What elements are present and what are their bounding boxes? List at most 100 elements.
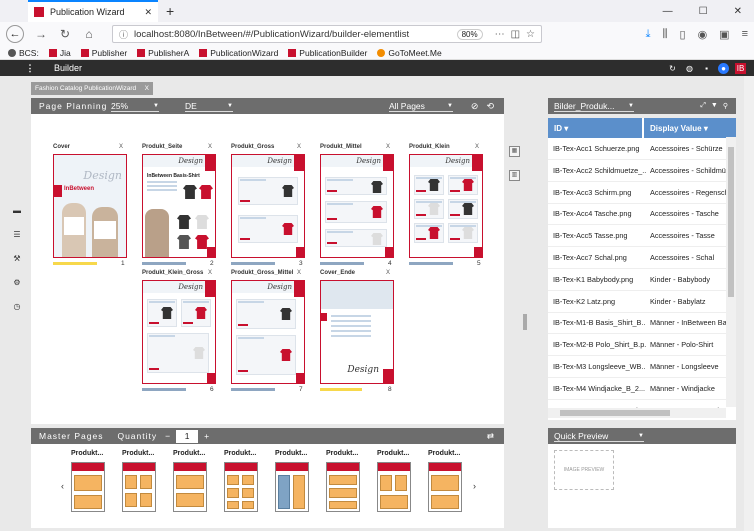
master-page-thumbnail[interactable] — [122, 462, 156, 512]
table-row[interactable]: IB-Tex-M3 Longsleeve_WB.... Männer - Long… — [548, 356, 726, 378]
page-remove-button[interactable]: X — [475, 144, 479, 150]
page-card[interactable]: Produkt_Klein X Design 5 — [409, 144, 483, 270]
table-row[interactable]: IB-Tex-Acc4 Tasche.png Accessoires - Tasc… — [548, 203, 726, 226]
close-tab-icon[interactable]: ✕ — [144, 7, 152, 18]
page-remove-button[interactable]: X — [297, 144, 301, 150]
scrollbar-thumb[interactable] — [560, 410, 670, 416]
table-row[interactable]: IB-Tex-Acc2 Schildmuetze_... Accessoires … — [548, 160, 726, 182]
table-row[interactable]: IB-Tex-M1-B Basis_Shirt_B... Männer - InB… — [548, 312, 726, 335]
page-card[interactable]: Produkt_Klein_Gross X Design 6 — [142, 270, 216, 396]
gear-icon[interactable]: ⚙ — [12, 278, 22, 288]
bookmark-jia[interactable]: Jia — [48, 48, 71, 58]
close-window-icon[interactable]: ✕ — [734, 6, 742, 17]
page-card[interactable]: Produkt_Seite X Design InBetween Basis-Sh… — [142, 144, 216, 270]
bookmark-bcs[interactable]: BCS: — [8, 48, 39, 58]
address-bar[interactable]: ⓘ localhost:8080/InBetween/#/Publication… — [112, 25, 542, 43]
filter-icon[interactable]: ▼ — [711, 102, 718, 110]
refresh-icon[interactable]: ↻ — [667, 63, 678, 74]
master-page-thumbnail[interactable] — [326, 462, 360, 512]
master-page-thumbnail[interactable] — [173, 462, 207, 512]
master-page-thumbnail[interactable] — [377, 462, 411, 512]
inbetween-logo-icon[interactable]: IB — [735, 62, 746, 74]
page-remove-button[interactable]: X — [208, 270, 212, 276]
wrench-icon[interactable]: ⚒ — [12, 254, 22, 264]
save-icon[interactable]: ▪ — [701, 63, 712, 74]
folder-icon[interactable]: ▬ — [12, 206, 22, 216]
elements-vertical-scrollbar[interactable] — [726, 137, 736, 407]
bookmark-star-icon[interactable]: ☆ — [526, 29, 535, 40]
page-thumbnail[interactable]: Design — [320, 280, 394, 384]
page-filter-select[interactable]: All Pages ▼ — [389, 100, 453, 112]
home-icon[interactable]: ⌂ — [82, 27, 96, 41]
page-thumbnail[interactable]: Design — [320, 154, 394, 258]
table-row[interactable]: IB-Tex-Acc1 Schuerze.png Accessoires - Sc… — [548, 138, 726, 160]
page-thumbnail[interactable]: Design InBetween — [53, 154, 127, 258]
url-text[interactable]: localhost:8080/InBetween/#/PublicationWi… — [134, 29, 451, 40]
master-page-thumbnail[interactable] — [224, 462, 258, 512]
zoom-badge[interactable]: 80% — [456, 28, 483, 40]
panel-resize-handle[interactable] — [523, 314, 527, 330]
search-icon[interactable]: ⚲ — [723, 102, 728, 110]
library-icon[interactable]: ⫼ — [662, 28, 667, 41]
element-source-select[interactable]: Bilder_Produk... ▼ — [554, 100, 634, 112]
master-page-thumbnail[interactable] — [71, 462, 105, 512]
page-remove-button[interactable]: X — [297, 270, 301, 276]
page-card[interactable]: Produkt_Gross_Mittel X Design 7 — [231, 270, 305, 396]
hamburger-menu-icon[interactable]: ≡ — [742, 28, 748, 41]
expand-icon[interactable]: ⤢ — [700, 102, 706, 110]
sidebar-icon[interactable]: ▯ — [680, 28, 686, 41]
page-card[interactable]: Produkt_Mittel X Design 4 — [320, 144, 394, 270]
quantity-increment[interactable]: + — [204, 431, 209, 441]
swap-icon[interactable]: ⇄ — [487, 431, 494, 442]
forward-arrow-icon[interactable]: → — [34, 27, 48, 41]
globe-language-icon[interactable]: ◍ — [684, 63, 695, 74]
page-thumbnail[interactable]: Design — [142, 280, 216, 384]
extension-icon[interactable]: ▣ — [719, 28, 729, 41]
page-card[interactable]: Cover X Design InBetween 1 — [53, 144, 127, 270]
document-tab-close[interactable]: X — [145, 85, 149, 92]
table-row[interactable]: IB-Tex-Acc7 Schal.png Accessoires - Schal — [548, 247, 726, 269]
bookmark-publishera[interactable]: PublisherA — [137, 48, 189, 58]
page-remove-button[interactable]: X — [119, 144, 123, 150]
column-display-value[interactable]: Display Value ▾ — [644, 124, 708, 133]
document-tab[interactable]: Fashion Catalog PublicationWizard X — [31, 82, 153, 95]
back-arrow-icon[interactable]: ← — [6, 25, 24, 43]
new-tab-icon[interactable]: + — [166, 3, 174, 19]
page-thumbnail[interactable]: Design InBetween Basis-Shirt — [142, 154, 216, 258]
bookmark-publicationbuilder[interactable]: PublicationBuilder — [288, 48, 367, 58]
quantity-input[interactable]: 1 — [176, 429, 199, 443]
grid-view-icon[interactable]: ▦ — [509, 146, 520, 157]
master-page-thumbnail[interactable] — [428, 462, 462, 512]
table-row[interactable]: IB-Tex-K2 Latz.png Kinder - Babylatz — [548, 291, 726, 313]
scrollbar-thumb[interactable] — [728, 147, 734, 297]
table-row[interactable]: IB-Tex-Acc3 Schirm.png Accessoires - Rege… — [548, 182, 726, 204]
page-card[interactable]: Cover_Ende X Design 8 — [320, 270, 394, 396]
hide-icon[interactable]: ⊘ — [471, 101, 479, 112]
user-icon[interactable]: ● — [718, 62, 729, 74]
page-remove-button[interactable]: X — [208, 144, 212, 150]
page-card[interactable]: Produkt_Gross X Design 3 — [231, 144, 305, 270]
download-icon[interactable]: ⤓ — [646, 28, 651, 41]
scroll-right-icon[interactable]: › — [473, 481, 476, 491]
language-select[interactable]: DE ▼ — [185, 100, 233, 112]
more-icon[interactable]: ⋯ — [495, 29, 505, 40]
column-id[interactable]: ID ▾ — [548, 118, 644, 138]
scroll-left-icon[interactable]: ‹ — [61, 481, 64, 491]
table-row[interactable]: IB-Tex-K1 Babybody.png Kinder - Babybody — [548, 269, 726, 291]
rotate-icon[interactable]: ⟲ — [486, 101, 494, 112]
quick-preview-select[interactable]: Quick Preview ▼ — [554, 430, 644, 442]
page-thumbnail[interactable]: Design — [231, 280, 305, 384]
table-row[interactable]: IB-Tex-M2-B Polo_Shirt_B.p... Männer - Po… — [548, 334, 726, 357]
pocket-icon[interactable]: ◫ — [511, 29, 520, 40]
browser-tab[interactable]: Publication Wizard ✕ — [28, 0, 158, 22]
split-view-icon[interactable]: ▥ — [509, 170, 520, 181]
page-thumbnail[interactable]: Design — [231, 154, 305, 258]
page-thumbnail[interactable]: Design — [409, 154, 483, 258]
bookmark-publisher[interactable]: Publisher — [80, 48, 127, 58]
app-menu-icon[interactable]: ⋮ — [22, 63, 38, 74]
account-icon[interactable]: ◉ — [698, 28, 708, 41]
bookmark-publicationwizard[interactable]: PublicationWizard — [199, 48, 278, 58]
quantity-decrement[interactable]: − — [165, 431, 170, 441]
list-icon[interactable]: ☰ — [12, 230, 22, 240]
minimize-icon[interactable]: — — [663, 6, 673, 17]
